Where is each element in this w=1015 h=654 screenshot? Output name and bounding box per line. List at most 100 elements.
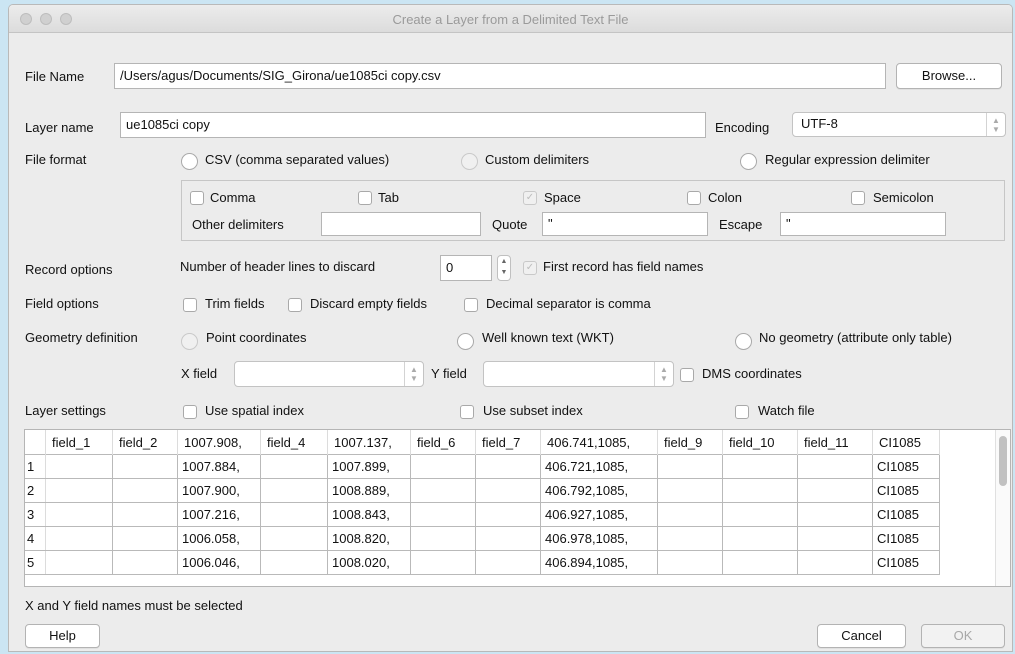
table-cell[interactable] xyxy=(45,502,113,527)
discard-empty-checkbox[interactable] xyxy=(288,298,302,312)
table-cell[interactable]: 1007.884, xyxy=(177,454,261,479)
table-cell[interactable]: 1007.900, xyxy=(177,478,261,503)
table-cell[interactable] xyxy=(112,478,178,503)
table-cell[interactable] xyxy=(475,478,541,503)
table-cell[interactable]: CI1085 xyxy=(872,478,940,503)
colon-checkbox[interactable] xyxy=(687,191,701,205)
table-cell[interactable] xyxy=(722,502,798,527)
table-cell[interactable] xyxy=(112,526,178,551)
first-record-checkbox[interactable]: ✓ xyxy=(523,261,537,275)
table-cell[interactable]: 406.792,1085, xyxy=(540,478,658,503)
column-header[interactable]: 1007.137, xyxy=(327,430,411,455)
table-row[interactable]: 4 1006.058, 1008.820, 406.978,1085, CI10… xyxy=(25,526,940,551)
table-cell[interactable] xyxy=(797,550,873,575)
table-cell[interactable]: 406.978,1085, xyxy=(540,526,658,551)
table-cell[interactable]: CI1085 xyxy=(872,526,940,551)
table-cell[interactable] xyxy=(112,454,178,479)
column-header[interactable]: field_1 xyxy=(45,430,113,455)
table-cell[interactable] xyxy=(657,526,723,551)
table-cell[interactable] xyxy=(475,502,541,527)
column-header[interactable]: field_9 xyxy=(657,430,723,455)
table-cell[interactable]: 1008.843, xyxy=(327,502,411,527)
trim-fields-checkbox[interactable] xyxy=(183,298,197,312)
table-cell[interactable] xyxy=(722,526,798,551)
encoding-select[interactable]: UTF-8 ▲ ▼ xyxy=(792,112,1006,137)
column-header[interactable]: field_7 xyxy=(475,430,541,455)
table-cell[interactable] xyxy=(797,526,873,551)
table-cell[interactable] xyxy=(657,478,723,503)
table-cell[interactable] xyxy=(260,550,328,575)
y-field-select[interactable]: ▲ ▼ xyxy=(483,361,674,387)
subset-index-checkbox[interactable] xyxy=(460,405,474,419)
quote-input[interactable]: " xyxy=(542,212,708,236)
spatial-index-checkbox[interactable] xyxy=(183,405,197,419)
table-cell[interactable] xyxy=(45,478,113,503)
title-bar[interactable]: Create a Layer from a Delimited Text Fil… xyxy=(9,5,1012,33)
table-cell[interactable]: CI1085 xyxy=(872,502,940,527)
table-scrollbar[interactable] xyxy=(995,430,1010,586)
table-cell[interactable] xyxy=(112,550,178,575)
table-cell[interactable] xyxy=(722,478,798,503)
help-button[interactable]: Help xyxy=(25,624,100,648)
table-cell[interactable] xyxy=(410,502,476,527)
table-row[interactable]: 3 1007.216, 1008.843, 406.927,1085, CI10… xyxy=(25,502,940,527)
column-header[interactable]: field_11 xyxy=(797,430,873,455)
csv-radio[interactable] xyxy=(181,153,198,170)
header-lines-input[interactable]: 0 xyxy=(440,255,492,281)
wkt-radio[interactable] xyxy=(457,333,474,350)
scrollbar-thumb[interactable] xyxy=(999,436,1007,486)
table-cell[interactable] xyxy=(797,454,873,479)
table-cell[interactable]: 1008.820, xyxy=(327,526,411,551)
table-cell[interactable]: 1006.058, xyxy=(177,526,261,551)
sample-data-table[interactable]: field_1 field_2 1007.908, field_4 1007.1… xyxy=(24,429,1011,587)
column-header[interactable]: field_10 xyxy=(722,430,798,455)
table-cell[interactable]: 1007.216, xyxy=(177,502,261,527)
table-cell[interactable] xyxy=(722,454,798,479)
point-coordinates-radio[interactable] xyxy=(181,333,198,350)
table-cell[interactable] xyxy=(45,454,113,479)
table-cell[interactable]: 1008.020, xyxy=(327,550,411,575)
dms-coordinates-checkbox[interactable] xyxy=(680,368,694,382)
column-header[interactable]: 1007.908, xyxy=(177,430,261,455)
table-cell[interactable] xyxy=(45,550,113,575)
table-cell[interactable] xyxy=(657,550,723,575)
regex-radio[interactable] xyxy=(740,153,757,170)
space-checkbox[interactable]: ✓ xyxy=(523,191,537,205)
table-cell[interactable]: 406.721,1085, xyxy=(540,454,658,479)
watch-file-checkbox[interactable] xyxy=(735,405,749,419)
table-cell[interactable] xyxy=(797,502,873,527)
table-cell[interactable] xyxy=(475,454,541,479)
table-cell[interactable]: 406.894,1085, xyxy=(540,550,658,575)
table-cell[interactable]: 406.927,1085, xyxy=(540,502,658,527)
table-cell[interactable]: 1007.899, xyxy=(327,454,411,479)
comma-checkbox[interactable] xyxy=(190,191,204,205)
table-cell[interactable] xyxy=(657,454,723,479)
table-cell[interactable] xyxy=(797,478,873,503)
column-header[interactable]: field_2 xyxy=(112,430,178,455)
table-cell[interactable] xyxy=(410,550,476,575)
table-cell[interactable]: 1006.046, xyxy=(177,550,261,575)
column-header[interactable]: field_6 xyxy=(410,430,476,455)
semicolon-checkbox[interactable] xyxy=(851,191,865,205)
ok-button[interactable]: OK xyxy=(921,624,1005,648)
table-row[interactable]: 5 1006.046, 1008.020, 406.894,1085, CI10… xyxy=(25,550,940,575)
cancel-button[interactable]: Cancel xyxy=(817,624,906,648)
table-cell[interactable] xyxy=(410,526,476,551)
decimal-comma-checkbox[interactable] xyxy=(464,298,478,312)
escape-input[interactable]: " xyxy=(780,212,946,236)
table-cell[interactable] xyxy=(657,502,723,527)
table-cell[interactable] xyxy=(722,550,798,575)
table-cell[interactable] xyxy=(475,550,541,575)
table-cell[interactable] xyxy=(260,454,328,479)
table-cell[interactable]: CI1085 xyxy=(872,454,940,479)
table-row[interactable]: 2 1007.900, 1008.889, 406.792,1085, CI10… xyxy=(25,478,940,503)
column-header[interactable]: 406.741,1085, xyxy=(540,430,658,455)
table-cell[interactable] xyxy=(410,454,476,479)
header-lines-stepper[interactable]: ▲ ▼ xyxy=(497,255,511,281)
table-cell[interactable] xyxy=(112,502,178,527)
layer-name-input[interactable]: ue1085ci copy xyxy=(120,112,706,138)
x-field-select[interactable]: ▲ ▼ xyxy=(234,361,424,387)
table-cell[interactable] xyxy=(475,526,541,551)
browse-button[interactable]: Browse... xyxy=(896,63,1002,89)
table-cell[interactable] xyxy=(260,478,328,503)
